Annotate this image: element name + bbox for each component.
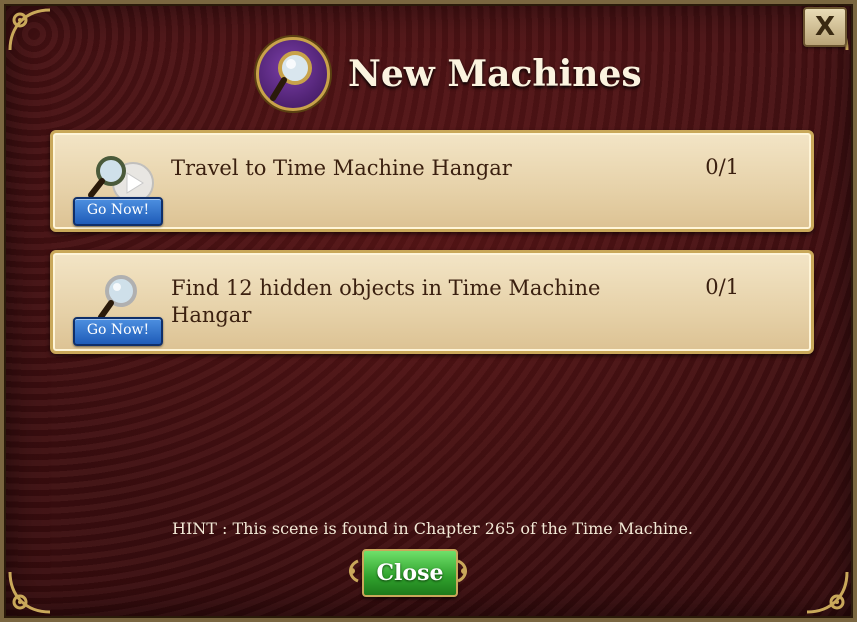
close-x-button[interactable]: X — [803, 7, 847, 47]
task-description: Travel to Time Machine Hangar — [171, 156, 512, 180]
task-row: Go Now! Travel to Time Machine Hangar 0/… — [50, 130, 814, 232]
close-button[interactable]: Close — [362, 549, 458, 597]
hint-text: HINT : This scene is found in Chapter 26… — [171, 519, 693, 538]
task-progress: 0/1 — [705, 155, 739, 179]
dialog-title: New Machines — [348, 53, 642, 95]
go-now-button[interactable]: Go Now! — [73, 197, 163, 226]
task-description: Find 12 hidden objects in Time Machine H… — [171, 276, 601, 327]
ornament-icon — [349, 559, 359, 583]
corner-ornament-icon — [6, 6, 54, 54]
magnifier-icon — [256, 37, 330, 111]
task-progress: 0/1 — [705, 275, 739, 299]
task-row: Go Now! Find 12 hidden objects in Time M… — [50, 250, 814, 354]
close-button-group: Close — [344, 547, 472, 599]
dialog-header: New Machines — [256, 37, 642, 111]
corner-ornament-icon — [6, 568, 54, 616]
go-now-button[interactable]: Go Now! — [73, 317, 163, 346]
quest-dialog: X New Machines Go Now! Travel to Time Ma… — [0, 0, 857, 622]
corner-ornament-icon — [803, 568, 851, 616]
ornament-icon — [457, 559, 467, 583]
